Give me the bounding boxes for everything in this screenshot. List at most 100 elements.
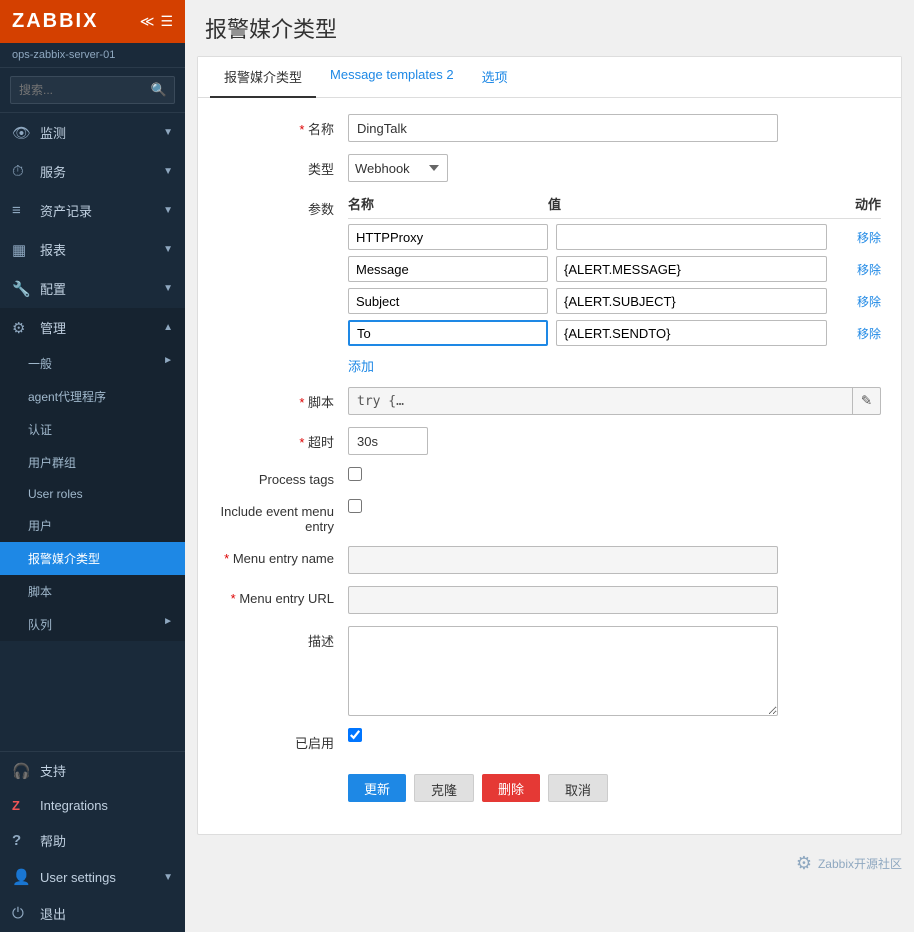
sidebar-item-scripts[interactable]: 脚本 <box>0 575 185 608</box>
script-wrap: ✎ <box>348 387 881 415</box>
param-name-input[interactable] <box>348 224 548 250</box>
sidebar-item-integrations[interactable]: Z Integrations <box>0 789 185 822</box>
sidebar-item-general[interactable]: 一般 ► <box>0 347 185 380</box>
tab-options[interactable]: 选项 <box>468 57 522 98</box>
chevron-up-icon: ▲ <box>163 322 173 333</box>
reports-icon: ▦ <box>12 241 30 259</box>
menu-name-input[interactable] <box>348 546 778 574</box>
menu-name-row: Menu entry name <box>218 546 881 574</box>
footer-text: Zabbix开源社区 <box>818 855 902 872</box>
params-header: 名称 值 动作 <box>348 194 881 219</box>
process-tags-checkbox[interactable] <box>348 467 362 481</box>
enabled-checkbox[interactable] <box>348 728 362 742</box>
sidebar-sub-label: 队列 <box>28 618 52 632</box>
chevron-down-icon: ▼ <box>163 205 173 216</box>
sidebar-item-users[interactable]: 用户 <box>0 509 185 542</box>
sidebar-item-label: 帮助 <box>40 831 66 850</box>
help-icon: ? <box>12 832 30 849</box>
footer: ⚙ Zabbix开源社区 <box>185 847 914 880</box>
menu-icon[interactable]: ☰ <box>160 13 173 30</box>
sidebar-item-user-roles[interactable]: User roles <box>0 479 185 509</box>
sidebar-sub-label: User roles <box>28 487 83 501</box>
logo-bar: ZABBIX ≪ ☰ <box>0 0 185 43</box>
remove-link[interactable]: 移除 <box>857 263 881 277</box>
chevron-down-icon: ▼ <box>163 872 173 883</box>
description-row: 描述 <box>218 626 881 716</box>
sidebar-sub-label: 认证 <box>28 423 52 437</box>
menu-url-row: Menu entry URL <box>218 586 881 614</box>
sidebar-item-assets[interactable]: ≡ 资产记录 ▼ <box>0 191 185 230</box>
sidebar-item-help[interactable]: ? 帮助 <box>0 822 185 859</box>
param-value-input[interactable] <box>556 288 827 314</box>
sidebar-item-monitor[interactable]: 👁 监测 ▼ <box>0 113 185 152</box>
form-area: 名称 类型 Webhook Email SMS Script 参数 名称 <box>198 98 901 834</box>
add-param-link[interactable]: 添加 <box>348 356 374 375</box>
param-name-input[interactable] <box>348 256 548 282</box>
script-input[interactable] <box>348 387 853 415</box>
sidebar-item-reports[interactable]: ▦ 报表 ▼ <box>0 230 185 269</box>
remove-link[interactable]: 移除 <box>857 231 881 245</box>
name-label: 名称 <box>218 114 348 138</box>
include-event-checkbox[interactable] <box>348 499 362 513</box>
update-button[interactable]: 更新 <box>348 774 406 802</box>
sidebar-item-label: 配置 <box>40 279 66 298</box>
assets-icon: ≡ <box>12 202 30 219</box>
param-value-input[interactable] <box>556 224 827 250</box>
param-name-input[interactable] <box>348 320 548 346</box>
script-label: 脚本 <box>218 387 348 411</box>
sidebar-item-label: 支持 <box>40 761 66 780</box>
sidebar-item-label: 报表 <box>40 240 66 259</box>
timeout-label: 超时 <box>218 427 348 451</box>
collapse-icon[interactable]: ≪ <box>140 13 155 30</box>
sidebar-item-queue[interactable]: 队列 ► <box>0 608 185 641</box>
enabled-wrap <box>348 728 362 742</box>
cancel-button[interactable]: 取消 <box>548 774 608 802</box>
page-header: 报警媒介类型 <box>185 0 914 56</box>
param-name-input[interactable] <box>348 288 548 314</box>
support-icon: 🎧 <box>12 762 30 780</box>
sidebar-item-label: User settings <box>40 870 116 885</box>
tab-message-templates[interactable]: Message templates 2 <box>316 57 468 98</box>
process-tags-row: Process tags <box>218 467 881 487</box>
sidebar-item-service[interactable]: ⏱ 服务 ▼ <box>0 152 185 191</box>
name-input[interactable] <box>348 114 778 142</box>
clone-button[interactable]: 克隆 <box>414 774 474 802</box>
sidebar-item-manage[interactable]: ⚙ 管理 ▲ <box>0 308 185 347</box>
chevron-down-icon: ▼ <box>163 166 173 177</box>
integrations-icon: Z <box>12 798 30 813</box>
script-row: 脚本 ✎ <box>218 387 881 415</box>
name-row: 名称 <box>218 114 881 142</box>
param-row: 移除 <box>348 224 881 250</box>
type-select[interactable]: Webhook Email SMS Script <box>348 154 448 182</box>
sidebar-item-logout[interactable]: ⏻ 退出 <box>0 895 185 932</box>
description-textarea[interactable] <box>348 626 778 716</box>
sidebar-section-manage: ⚙ 管理 ▲ 一般 ► agent代理程序 认证 用户群组 User roles… <box>0 308 185 641</box>
sidebar-sub-label: agent代理程序 <box>28 390 106 404</box>
sidebar-item-config[interactable]: 🔧 配置 ▼ <box>0 269 185 308</box>
timeout-input[interactable] <box>348 427 428 455</box>
sidebar-nav: 👁 监测 ▼ ⏱ 服务 ▼ ≡ 资产记录 ▼ ▦ 报表 ▼ 🔧 配置 ▼ <box>0 113 185 751</box>
param-value-input[interactable] <box>556 320 827 346</box>
sidebar-item-user-group[interactable]: 用户群组 <box>0 446 185 479</box>
remove-link[interactable]: 移除 <box>857 327 881 341</box>
chevron-down-icon: ▼ <box>163 127 173 138</box>
sidebar-item-user-settings[interactable]: 👤 User settings ▼ <box>0 859 185 895</box>
zabbix-footer-icon: ⚙ <box>796 853 812 874</box>
sidebar-item-support[interactable]: 🎧 支持 <box>0 752 185 789</box>
sidebar-item-media-type[interactable]: 报警媒介类型 <box>0 542 185 575</box>
script-edit-button[interactable]: ✎ <box>853 387 881 415</box>
service-icon: ⏱ <box>12 163 30 180</box>
sidebar-item-agent-proxy[interactable]: agent代理程序 <box>0 380 185 413</box>
include-event-wrap <box>348 499 362 513</box>
pencil-icon: ✎ <box>861 393 872 409</box>
menu-url-input[interactable] <box>348 586 778 614</box>
type-label: 类型 <box>218 154 348 178</box>
sidebar-bottom: 🎧 支持 Z Integrations ? 帮助 👤 User settings… <box>0 751 185 932</box>
param-value-input[interactable] <box>556 256 827 282</box>
sidebar-item-auth[interactable]: 认证 <box>0 413 185 446</box>
page-title: 报警媒介类型 <box>205 12 894 44</box>
remove-link[interactable]: 移除 <box>857 295 881 309</box>
logo-icons: ≪ ☰ <box>140 13 173 30</box>
tab-media-type[interactable]: 报警媒介类型 <box>210 57 316 98</box>
delete-button[interactable]: 删除 <box>482 774 540 802</box>
